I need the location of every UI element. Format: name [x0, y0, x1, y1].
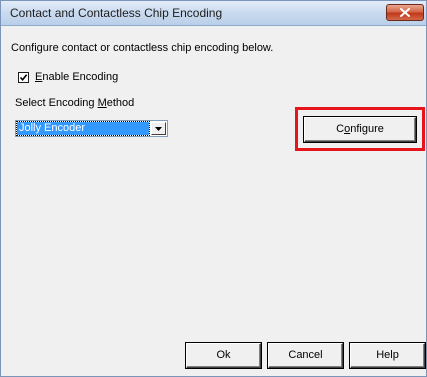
- enable-encoding-label: Enable Encoding: [35, 71, 119, 83]
- close-button[interactable]: [386, 4, 424, 21]
- dropdown-arrow-button[interactable]: [151, 122, 166, 135]
- encoding-method-selected-value: Jolly Encoder: [16, 121, 150, 136]
- title-bar[interactable]: Contact and Contactless Chip Encoding: [1, 1, 426, 26]
- help-button[interactable]: Help: [350, 343, 425, 368]
- window-title: Contact and Contactless Chip Encoding: [10, 6, 223, 20]
- close-icon: [400, 8, 410, 17]
- chip-encoding-dialog: Contact and Contactless Chip Encoding Co…: [0, 0, 427, 377]
- configure-button[interactable]: Configure: [304, 117, 416, 142]
- chevron-down-icon: [155, 126, 162, 131]
- encoding-method-select[interactable]: Jolly Encoder: [15, 120, 168, 137]
- cancel-button[interactable]: Cancel: [268, 343, 343, 368]
- enable-encoding-option[interactable]: Enable Encoding: [18, 71, 118, 83]
- enable-encoding-checkbox[interactable]: [18, 71, 29, 83]
- encoding-method-label: Select Encoding Method: [15, 97, 135, 109]
- dialog-description: Configure contact or contactless chip en…: [11, 42, 274, 54]
- ok-button[interactable]: Ok: [186, 343, 261, 368]
- checkmark-icon: [19, 73, 28, 81]
